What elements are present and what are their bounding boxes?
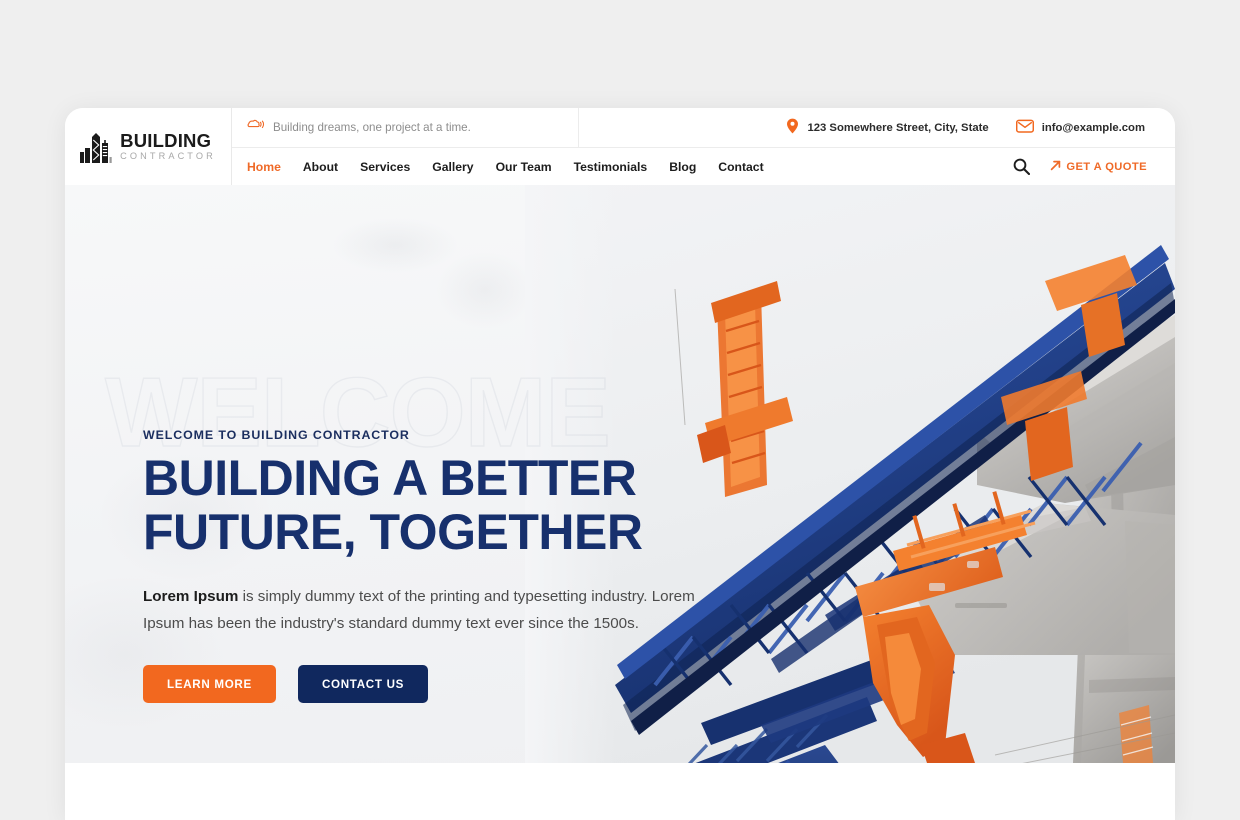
learn-more-button[interactable]: LEARN MORE [143, 665, 276, 704]
nav-item-contact[interactable]: Contact [718, 160, 763, 174]
logo-title: BUILDING [120, 129, 212, 151]
nav-item-our-team[interactable]: Our Team [496, 160, 552, 174]
hero-content: WELCOME TO BUILDING CONTRACTOR BUILDING … [143, 428, 703, 704]
website-page-card: BUILDING CONTRACTOR Building dreams, one [65, 108, 1175, 820]
envelope-icon [1015, 119, 1034, 136]
nav-item-testimonials[interactable]: Testimonials [574, 160, 648, 174]
header-contact-group: 123 Somewhere Street, City, State info@e… [786, 118, 1175, 137]
get-a-quote-button[interactable]: GET A QUOTE [1050, 160, 1147, 174]
nav-item-gallery[interactable]: Gallery [432, 160, 473, 174]
nav-item-blog[interactable]: Blog [669, 160, 696, 174]
hero-eyebrow: WELCOME TO BUILDING CONTRACTOR [143, 428, 410, 442]
contact-email-text: info@example.com [1041, 121, 1145, 134]
logo-subtitle: CONTRACTOR [120, 151, 216, 162]
city-skyline-icon [80, 131, 114, 163]
nav-actions: GET A QUOTE [1013, 158, 1175, 175]
hero-heading: BUILDING A BETTER FUTURE, TOGETHER [143, 451, 703, 559]
nav-link-list: Home About Services Gallery Our Team Tes… [232, 160, 764, 174]
hero-paragraph: Lorem Ipsum is simply dummy text of the … [143, 583, 695, 637]
tagline-text: Building dreams, one project at a time. [273, 121, 471, 134]
contact-address-text: 123 Somewhere Street, City, State [807, 121, 989, 134]
nav-item-home[interactable]: Home [247, 160, 281, 174]
hero-button-group: LEARN MORE CONTACT US [143, 665, 703, 704]
browser-viewport: BUILDING CONTRACTOR Building dreams, one [0, 0, 1240, 820]
site-logo[interactable]: BUILDING CONTRACTOR [65, 108, 232, 185]
search-icon[interactable] [1013, 158, 1031, 175]
tagline-block: Building dreams, one project at a time. [232, 108, 579, 148]
hero-paragraph-bold: Lorem Ipsum [143, 588, 239, 605]
get-a-quote-label: GET A QUOTE [1066, 160, 1147, 173]
hero-heading-line-1: BUILDING A BETTER [143, 450, 637, 506]
below-fold-section [65, 763, 1175, 820]
contact-us-button[interactable]: CONTACT US [297, 665, 429, 704]
main-navigation: Home About Services Gallery Our Team Tes… [232, 148, 1175, 185]
arrow-up-right-icon [1050, 160, 1061, 174]
contact-address[interactable]: 123 Somewhere Street, City, State [786, 118, 989, 137]
site-header: BUILDING CONTRACTOR Building dreams, one [65, 108, 1175, 185]
hero-heading-line-2: FUTURE, TOGETHER [143, 504, 643, 560]
nav-item-services[interactable]: Services [360, 160, 410, 174]
header-topbar: Building dreams, one project at a time. … [232, 108, 1175, 148]
contact-email[interactable]: info@example.com [1015, 119, 1145, 136]
map-pin-icon [786, 118, 799, 137]
hero-section: WELCOME WELCOME TO BUILDING CONTRACTOR B… [65, 185, 1175, 763]
megaphone-icon [247, 118, 265, 138]
nav-item-about[interactable]: About [303, 160, 338, 174]
